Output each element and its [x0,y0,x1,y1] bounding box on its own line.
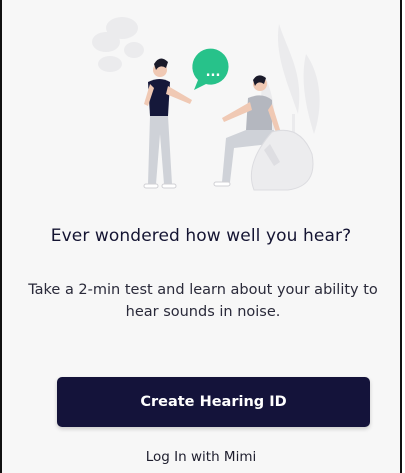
chat-bubble-icon: ... [192,48,229,90]
background-plant-left [92,17,144,72]
chat-bubble-text: ... [206,65,221,80]
page-title: Ever wondered how well you hear? [50,226,352,246]
login-link[interactable]: Log In with Mimi [2,449,400,465]
onboarding-screen: ... Ever wondered how well you hear? Tak… [0,0,402,473]
create-hearing-id-label: Create Hearing ID [140,394,287,410]
conversation-illustration: ... [92,17,320,191]
description-text: Take a 2-min test and learn about your a… [28,282,378,320]
standing-person [143,58,192,189]
create-hearing-id-button[interactable]: Create Hearing ID [57,377,370,427]
